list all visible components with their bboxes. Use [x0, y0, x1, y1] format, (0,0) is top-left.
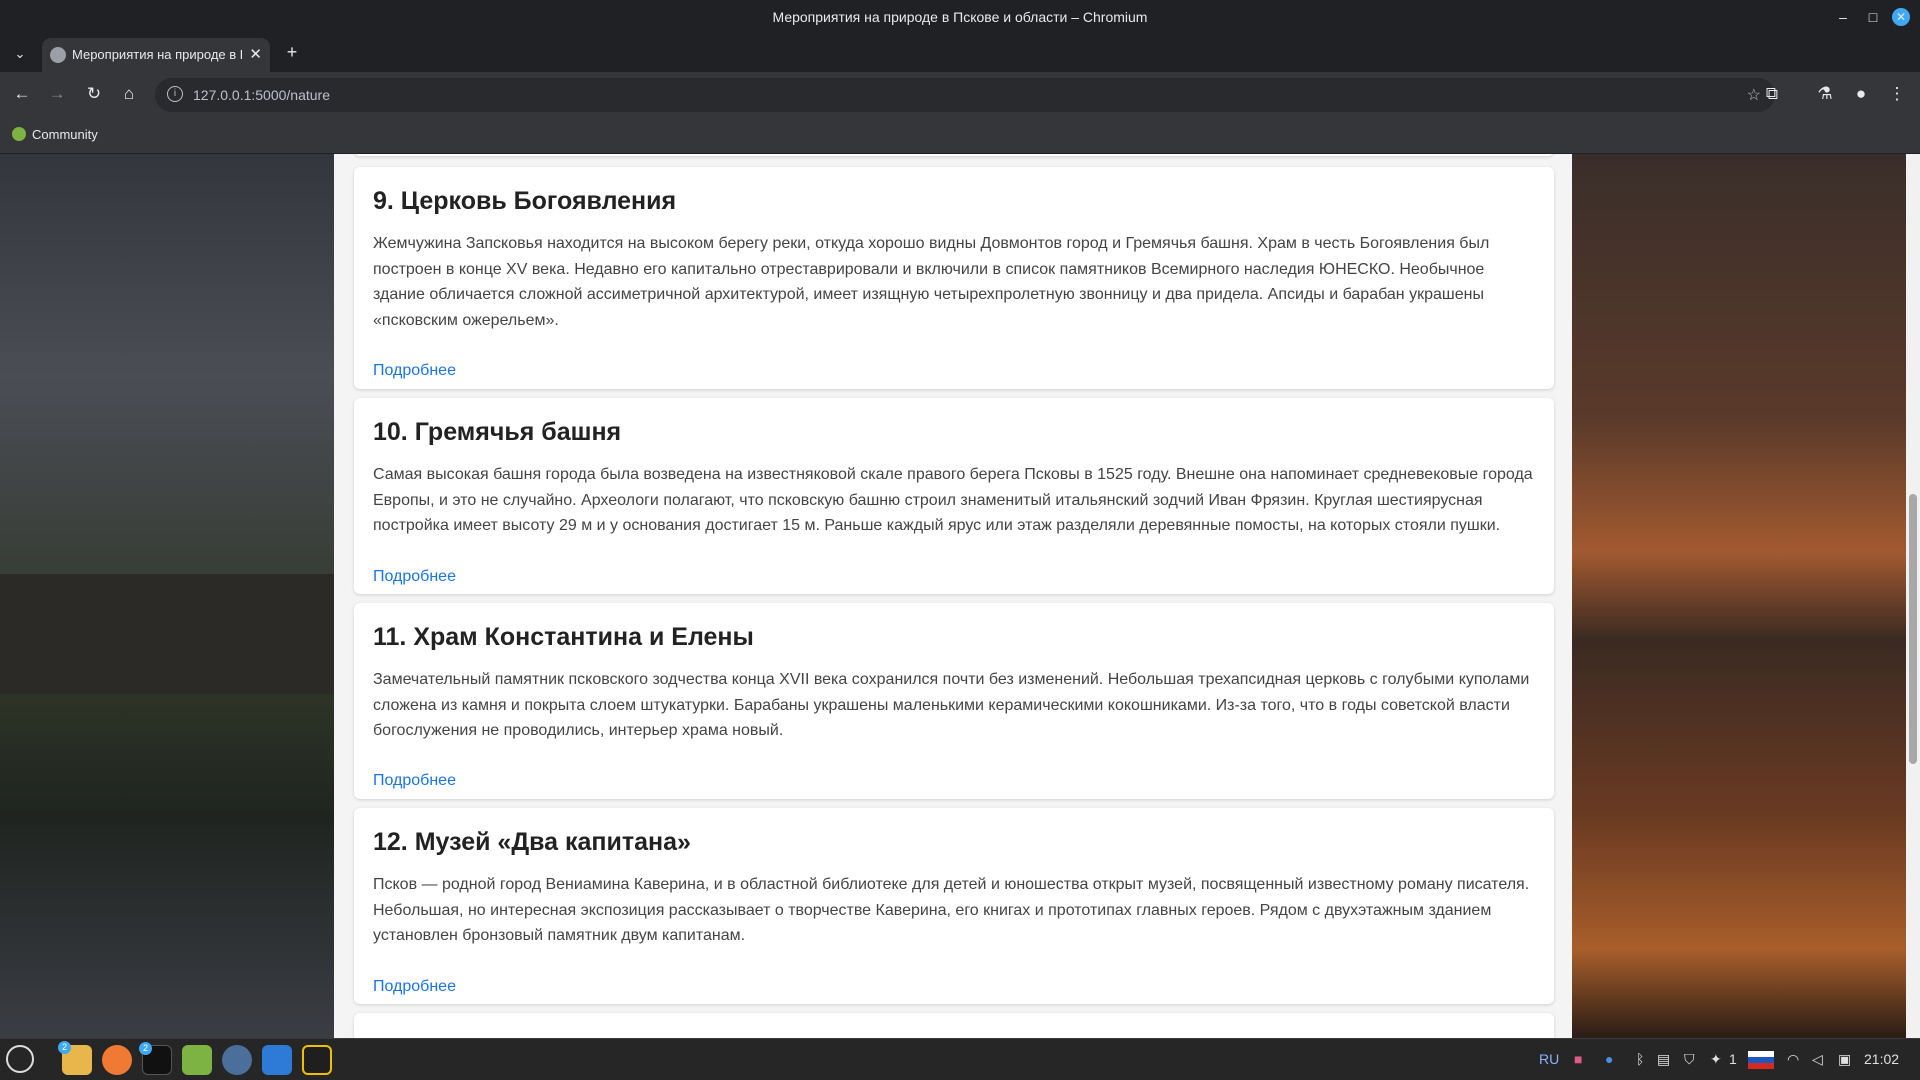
- terminal-badge: 2: [139, 1042, 152, 1055]
- tab-active[interactable]: Мероприятия на природе в Пскове и област…: [42, 38, 270, 72]
- bluetooth-icon[interactable]: ᛒ: [1636, 1051, 1644, 1067]
- mint-install-icon[interactable]: [182, 1045, 212, 1075]
- more-link[interactable]: Подробнее: [373, 978, 456, 996]
- clipboard-icon[interactable]: ▤: [1657, 1051, 1670, 1068]
- card-title: 12. Музей «Два капитана»: [373, 828, 691, 856]
- attraction-card: 10. Гремячья башня Самая высокая башня г…: [354, 398, 1554, 594]
- attraction-card: 11. Храм Константина и Елены Замечательн…: [354, 603, 1554, 799]
- shield-icon[interactable]: ⛉: [1684, 1051, 1695, 1068]
- chromium-icon[interactable]: [222, 1045, 252, 1075]
- start-menu-icon[interactable]: [6, 1045, 34, 1073]
- pycharm-icon[interactable]: [302, 1045, 332, 1075]
- update-tray-icon[interactable]: ●: [1605, 1051, 1613, 1067]
- reload-icon[interactable]: ↻: [82, 82, 106, 106]
- russian-flag-icon[interactable]: [1748, 1051, 1774, 1069]
- tray-icon[interactable]: ▣: [1838, 1051, 1851, 1068]
- card-text: Замечательный памятник псковского зодчес…: [373, 671, 1530, 739]
- text-editor-icon[interactable]: [262, 1045, 292, 1075]
- bookmark-label: Community: [32, 127, 98, 142]
- files-badge: 2: [58, 1041, 71, 1054]
- more-link[interactable]: Подробнее: [373, 568, 456, 586]
- window-titlebar: Мероприятия на природе в Пскове и област…: [0, 0, 1920, 34]
- card-text: Самая высокая башня города была возведен…: [373, 466, 1533, 534]
- app-tray-icon[interactable]: ■: [1574, 1051, 1582, 1067]
- globe-icon: [50, 47, 66, 63]
- new-tab-icon[interactable]: +: [280, 40, 304, 64]
- content-column: 9. Церковь Богоявления Жемчужина Запсков…: [334, 154, 1572, 1038]
- tab-strip: ⌄ Мероприятия на природе в Пскове и обла…: [0, 34, 1920, 72]
- page-viewport: 9. Церковь Богоявления Жемчужина Запсков…: [0, 154, 1920, 1038]
- extensions-icon[interactable]: ⧉: [1760, 82, 1784, 106]
- card-text: Жемчужина Запсковья находится на высоком…: [373, 235, 1490, 329]
- community-icon: [12, 127, 26, 141]
- terminal-icon[interactable]: 2: [139, 1042, 172, 1075]
- labs-icon[interactable]: ⚗: [1813, 82, 1837, 106]
- fortress-silhouette: [0, 574, 334, 694]
- address-bar[interactable]: i 127.0.0.1:5000/nature ☆: [155, 78, 1775, 112]
- card-next: [354, 1013, 1554, 1038]
- volume-icon[interactable]: ◁: [1812, 1051, 1823, 1068]
- background-photo-right: [1572, 154, 1920, 1038]
- tab-search-icon[interactable]: ⌄: [8, 42, 32, 66]
- scrollbar-thumb[interactable]: [1909, 494, 1917, 764]
- forward-icon[interactable]: →: [45, 82, 69, 106]
- card-previous: [354, 154, 1554, 156]
- clock[interactable]: 21:02: [1864, 1051, 1899, 1067]
- more-link[interactable]: Подробнее: [373, 772, 456, 790]
- card-title: 10. Гремячья башня: [373, 418, 622, 446]
- firefox-icon[interactable]: [102, 1045, 132, 1075]
- home-icon[interactable]: ⌂: [117, 82, 141, 106]
- card-text: Псков — родной город Вениамина Каверина,…: [373, 876, 1530, 944]
- maximize-icon[interactable]: □: [1862, 6, 1884, 28]
- url-text[interactable]: 127.0.0.1:5000/nature: [193, 87, 330, 103]
- wifi-icon[interactable]: ◠: [1787, 1051, 1799, 1068]
- tab-label: Мероприятия на природе в Пскове и област…: [72, 47, 242, 62]
- menu-icon[interactable]: ⋮: [1885, 82, 1909, 106]
- taskbar: 2 2 RU ■ ● ᛒ ▤ ⛉ ✦ 1 ◠ ◁ ▣ 21:02: [0, 1038, 1920, 1080]
- site-info-icon[interactable]: i: [167, 86, 183, 102]
- attraction-card: 9. Церковь Богоявления Жемчужина Запсков…: [354, 167, 1554, 389]
- attraction-card: 12. Музей «Два капитана» Псков — родной …: [354, 808, 1554, 1004]
- notifications-icon[interactable]: ✦: [1710, 1051, 1722, 1068]
- browser-toolbar: ← → ↻ ⌂ i 127.0.0.1:5000/nature ☆ ⧉ ⚗ ● …: [0, 72, 1920, 116]
- card-title: 9. Церковь Богоявления: [373, 187, 677, 215]
- page-scrollbar[interactable]: [1906, 154, 1920, 1038]
- close-window-icon[interactable]: ✕: [1892, 8, 1910, 26]
- files-icon[interactable]: 2: [58, 1041, 92, 1075]
- minimize-icon[interactable]: –: [1832, 6, 1854, 28]
- more-link[interactable]: Подробнее: [373, 362, 456, 380]
- profile-icon[interactable]: ●: [1849, 82, 1873, 106]
- back-icon[interactable]: ←: [10, 82, 34, 106]
- bookmarks-bar: Community: [0, 116, 1920, 154]
- notifications-count: 1: [1729, 1051, 1737, 1067]
- tab-close-icon[interactable]: ✕: [249, 45, 262, 63]
- keyboard-layout[interactable]: RU: [1539, 1051, 1559, 1067]
- bookmark-community[interactable]: Community: [12, 127, 98, 142]
- bookmark-star-icon[interactable]: ☆: [1747, 85, 1761, 105]
- window-title: Мероприятия на природе в Пскове и област…: [772, 9, 1148, 25]
- card-title: 11. Храм Константина и Елены: [373, 623, 754, 651]
